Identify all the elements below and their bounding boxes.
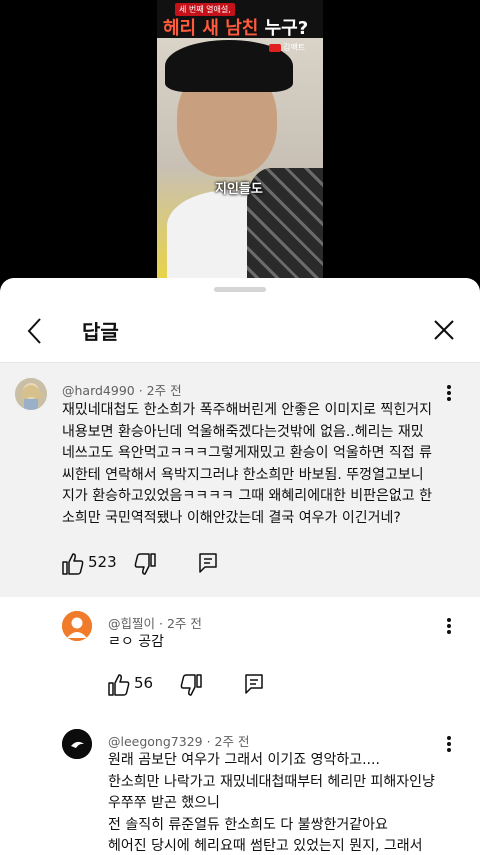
comment-line: 지가 환승하고있었음ㅋㅋㅋㅋ 그때 왜혜리에대한 비판은없고 한 — [62, 488, 433, 504]
back-arrow-icon[interactable] — [22, 316, 50, 346]
comment-time: 2주 전 — [146, 383, 182, 398]
youtube-play-icon — [269, 43, 281, 52]
reply-line: 한소희만 나락가고 재밌네대첩때부터 헤리만 피해자인냥 — [108, 773, 435, 790]
reply-meta: @힙찔이 · 2주 전 — [108, 616, 202, 631]
more-vert-icon[interactable] — [439, 616, 459, 638]
avatar[interactable] — [15, 378, 47, 410]
reply-author[interactable]: @힙찔이 — [108, 616, 155, 631]
reply-time: 2주 전 — [166, 616, 202, 631]
comment-line: 소희만 국민역적됐나 이해안갔는데 결국 여우가 이긴거네? — [62, 509, 401, 526]
video-title-red: 헤리 새 남친 — [163, 18, 259, 39]
comment-line: 네쓰고도 욕안먹고ㅋㅋㅋ그렇게재밌고 환승이 억울하면 직접 류 — [62, 445, 433, 461]
comment-text: 재밌네대첩도 한소희가 폭주해버린게 안좋은 이미지로 찍힌거지 내용보면 환승… — [62, 400, 462, 529]
comment-author[interactable]: @hard4990 — [62, 383, 135, 398]
comment-actions: 523 — [62, 552, 262, 578]
thumb-up-icon[interactable] — [62, 552, 84, 578]
reply-icon[interactable] — [244, 673, 264, 699]
like-count: 523 — [88, 553, 117, 571]
sheet-header: 답글 — [0, 302, 480, 360]
reply-icon[interactable] — [198, 552, 218, 578]
drag-handle[interactable] — [214, 287, 266, 292]
like-count: 56 — [134, 674, 154, 692]
thumb-up-icon[interactable] — [108, 673, 130, 699]
reply-text: ㄹㅇ 공감 — [108, 634, 164, 650]
reply-line: 헤어진 당시에 헤리요때 썸탄고 있었는지 뭔지, 그래서 — [108, 838, 423, 854]
thumb-down-icon[interactable] — [134, 552, 156, 578]
reply-time: 2주 전 — [214, 734, 250, 749]
thumb-down-icon[interactable] — [180, 673, 202, 699]
reply-author[interactable]: @leegong7329 — [108, 734, 203, 749]
channel-logo: 김팩트 — [269, 42, 305, 53]
comment-line: 재밌네대첩도 한소희가 폭주해버린게 안좋은 이미지로 찍힌거지 — [62, 402, 433, 418]
reply-comment: @힙찔이 · 2주 전 ㄹㅇ 공감 56 — [0, 608, 480, 708]
reply-text: 원래 곰보단 여우가 그래서 이기죠 영악하고.... 한소희만 나락가고 재밌… — [108, 750, 468, 855]
reply-line: 우쭈쭈 받곤 했으니 — [108, 795, 220, 811]
channel-logo-text: 김팩트 — [283, 43, 306, 52]
close-icon[interactable] — [430, 316, 458, 344]
video-frame: 세 번째 열애설, 헤리 새 남친 누구? 김팩트 지인들도 — [157, 0, 323, 278]
video-title: 헤리 새 남친 누구? — [163, 14, 308, 40]
sheet-title: 답글 — [82, 320, 119, 344]
comment-meta: @hard4990 · 2주 전 — [62, 383, 182, 398]
avatar[interactable] — [62, 729, 92, 759]
video-subtitle: 지인들도 — [215, 182, 263, 197]
video-title-white: 누구? — [264, 18, 309, 39]
reply-actions: 56 — [108, 673, 308, 699]
reply-meta: @leegong7329 · 2주 전 — [108, 734, 250, 749]
comment-line: 내용보면 환승아닌데 억울해죽겠다는것밖에 없음..헤리는 재밌 — [62, 423, 424, 440]
video-player[interactable]: 세 번째 열애설, 헤리 새 남친 누구? 김팩트 지인들도 — [0, 0, 480, 278]
replies-sheet: 답글 @hard4990 · 2주 전 재밌네대첩도 한소희가 폭주해버린게 안… — [0, 278, 480, 855]
reply-comment: @leegong7329 · 2주 전 원래 곰보단 여우가 그래서 이기죠 영… — [0, 726, 480, 855]
reply-line: 원래 곰보단 여우가 그래서 이기죠 영악하고.... — [108, 752, 380, 768]
avatar[interactable] — [62, 611, 92, 641]
main-comment: @hard4990 · 2주 전 재밌네대첩도 한소희가 폭주해버린게 안좋은 … — [0, 363, 480, 597]
comment-line: 씨한테 연락해서 욕박지그러냐 한소희만 바보됨. 뚜껑열고보니 — [62, 466, 424, 483]
reply-line: 전 솔직히 류준열듀 한소희도 다 불쌍한거같아요 — [108, 816, 388, 833]
